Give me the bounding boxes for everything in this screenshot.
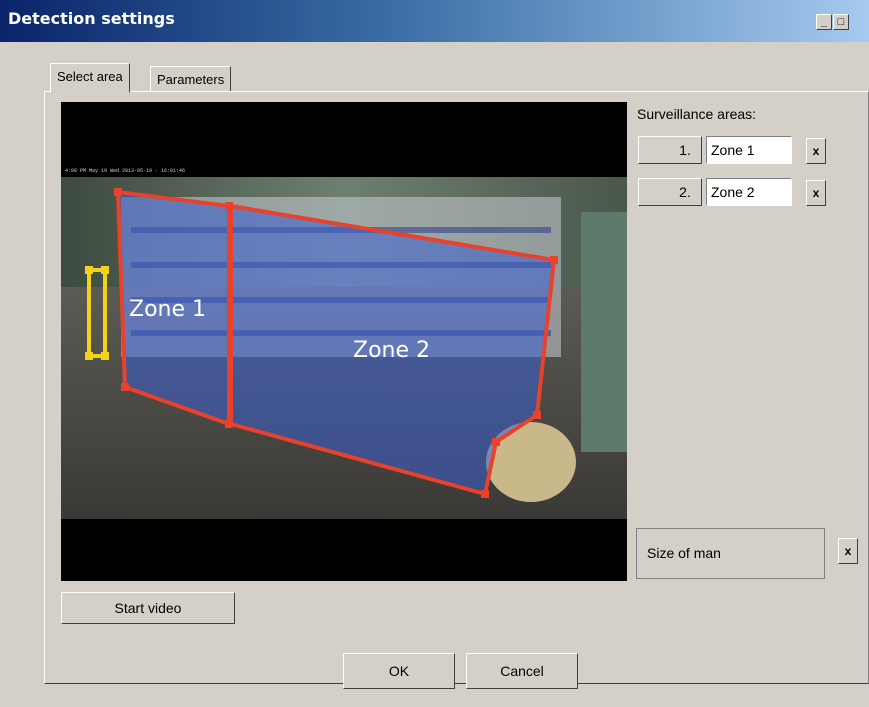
cancel-label: Cancel [500,663,544,679]
area-1-name-field[interactable]: Zone 1 [706,136,792,164]
surveillance-areas-heading: Surveillance areas: [637,106,757,122]
area-index: 1. [679,142,691,158]
size-of-man-box: Size of man [636,528,825,579]
close-icon: x [812,144,820,158]
size-of-man-delete-button[interactable]: x [838,538,858,564]
area-2-select-button[interactable]: 2. [638,178,702,206]
minimize-icon: _ [820,16,828,28]
area-1-select-button[interactable]: 1. [638,136,702,164]
close-icon: x [812,186,820,200]
tab-select-area[interactable]: Select area [50,63,130,93]
area-1-delete-button[interactable]: x [806,138,826,164]
area-index: 2. [679,184,691,200]
cancel-button[interactable]: Cancel [466,653,578,689]
close-icon: x [844,544,852,558]
tab-label: Select area [57,69,123,84]
size-of-man-label: Size of man [647,545,721,561]
ok-button[interactable]: OK [343,653,455,689]
tab-parameters[interactable]: Parameters [150,66,232,92]
video-timestamp: 4:00 PM May 19 Wed 2013-05-19 · 16:01:46 [65,168,185,174]
tab-label: Parameters [157,72,225,87]
title-bar[interactable]: Detection settings _ □ [0,0,869,42]
minimize-button[interactable]: _ [816,14,832,30]
area-2-delete-button[interactable]: x [806,180,826,206]
zone-2-label: Zone 2 [353,338,430,363]
maximize-icon: □ [837,16,845,28]
start-video-label: Start video [114,600,182,616]
window-title: Detection settings [8,9,175,28]
area-name: Zone 2 [711,184,755,200]
video-preview[interactable]: 4:00 PM May 19 Wed 2013-05-19 · 16:01:46 [61,102,627,581]
maximize-button[interactable]: □ [833,14,849,30]
zone-1-label: Zone 1 [129,297,206,322]
ok-label: OK [388,663,410,679]
area-name: Zone 1 [711,142,755,158]
detection-settings-window: Detection settings _ □ Select area Param… [0,0,869,707]
dialog-body: Select area Parameters 4:00 PM May 19 We… [0,42,869,707]
side-display [581,212,627,452]
area-2-name-field[interactable]: Zone 2 [706,178,792,206]
start-video-button[interactable]: Start video [61,592,235,624]
video-frame-svg: 4:00 PM May 19 Wed 2013-05-19 · 16:01:46 [61,168,627,519]
